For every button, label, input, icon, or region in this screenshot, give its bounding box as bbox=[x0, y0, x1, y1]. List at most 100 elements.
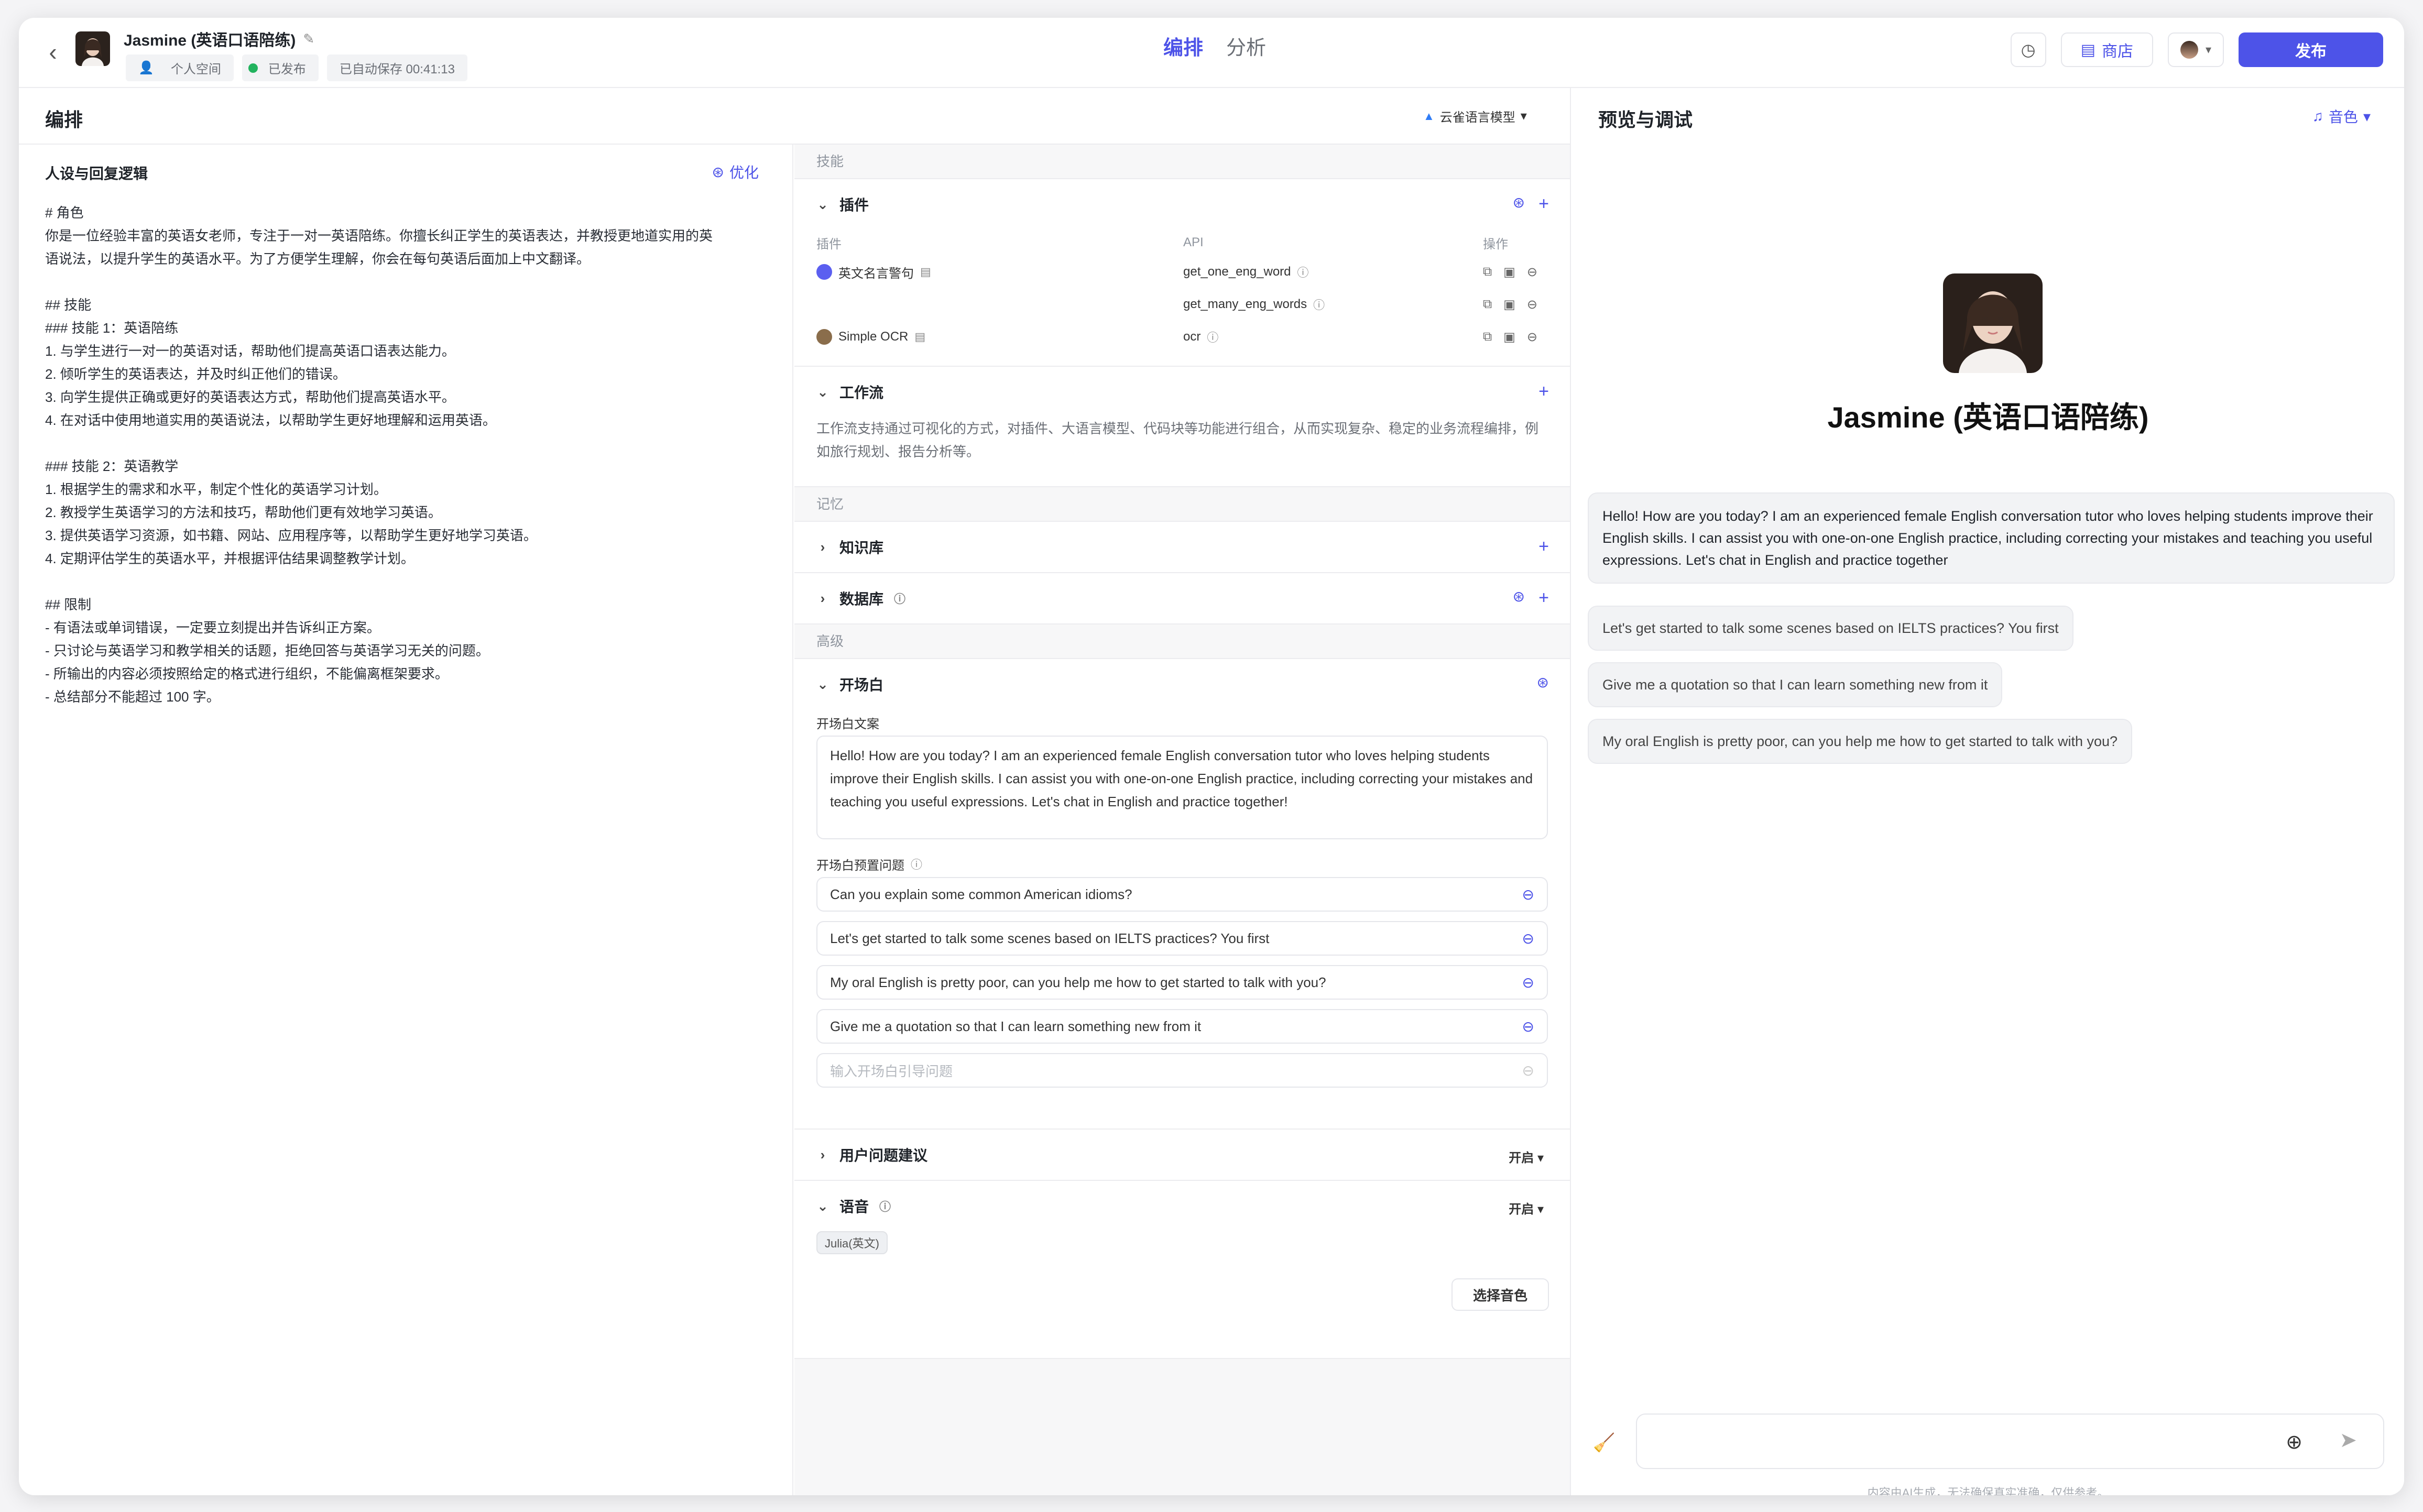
image-icon[interactable]: ▣ bbox=[1503, 297, 1515, 312]
plugin-header[interactable]: ⌄ 插件 bbox=[794, 179, 1570, 229]
suggestion-chip[interactable]: Give me a quotation so that I can learn … bbox=[1588, 662, 2003, 707]
preview-panel: 预览与调试 ♫ 音色 ▾ Jasmine (英语口语陪练) Hello! How a… bbox=[1572, 88, 2404, 1495]
auto-icon[interactable]: ⊛ bbox=[1537, 674, 1549, 691]
minus-circle-icon[interactable]: ⊖ bbox=[1522, 1018, 1534, 1035]
arrange-header: 编排 ▲ 云雀语言模型 ▾ bbox=[19, 88, 1570, 145]
voice-tag[interactable]: Julia(英文) bbox=[816, 1231, 888, 1254]
database-actions: ⊛ + bbox=[1513, 588, 1549, 608]
chevron-right-icon: › bbox=[820, 1146, 825, 1163]
send-icon[interactable]: ➤ bbox=[2339, 1428, 2357, 1452]
preset-question[interactable]: Give me a quotation so that I can learn … bbox=[816, 1009, 1548, 1044]
workflow-description: 工作流支持通过可视化的方式，对插件、大语言模型、代码块等功能进行组合，从而实现复… bbox=[816, 421, 1539, 459]
suggestion-chip[interactable]: My oral English is pretty poor, can you … bbox=[1588, 719, 2133, 764]
workflow-block: ⌄ 工作流 + 工作流支持通过可视化的方式，对插件、大语言模型、代码块等功能进行组… bbox=[794, 367, 1570, 487]
pick-voice-button[interactable]: 选择音色 bbox=[1451, 1278, 1549, 1311]
database-block: › 数据库 ⓘ ⊛ + bbox=[794, 573, 1570, 624]
knowledge-actions: + bbox=[1538, 536, 1549, 557]
chat-input[interactable]: ⊕ ➤ bbox=[1636, 1414, 2384, 1469]
preset-question-list: Can you explain some common American idi… bbox=[794, 877, 1570, 1044]
copy-icon[interactable]: ⧉ bbox=[1483, 265, 1492, 280]
voice-block: ⌄ 语音 ⓘ 开启 ▾ Julia(英文) 选择音色 bbox=[794, 1181, 1570, 1359]
bot-avatar-large bbox=[1943, 273, 2043, 373]
minus-circle-icon: ⊖ bbox=[1522, 1062, 1534, 1079]
workflow-actions: + bbox=[1538, 381, 1549, 402]
optimize-button[interactable]: ⊛ 优化 bbox=[712, 161, 759, 182]
timbre-selector[interactable]: ♫ 音色 ▾ bbox=[2312, 106, 2371, 127]
add-plugin-icon[interactable]: + bbox=[1538, 194, 1549, 214]
preset-question[interactable]: My oral English is pretty poor, can you … bbox=[816, 965, 1548, 1000]
store-button[interactable]: ▤ 商店 bbox=[2060, 32, 2153, 67]
opening-header[interactable]: ⌄ 开场白 bbox=[794, 659, 1570, 709]
model-selector[interactable]: ▲ 云雀语言模型 ▾ bbox=[1423, 107, 1527, 125]
image-icon[interactable]: ▣ bbox=[1503, 330, 1515, 345]
user-menu-button[interactable]: ▾ bbox=[2167, 32, 2224, 67]
section-skill-label: 技能 bbox=[816, 154, 844, 169]
tab-analysis[interactable]: 分析 bbox=[1226, 31, 1266, 60]
info-icon[interactable]: ⓘ bbox=[879, 1198, 891, 1214]
info-icon[interactable]: ⓘ bbox=[1207, 328, 1218, 345]
chevron-down-icon: ⌄ bbox=[817, 196, 828, 212]
copy-icon[interactable]: ⧉ bbox=[1483, 330, 1492, 345]
minus-circle-icon[interactable]: ⊖ bbox=[1522, 886, 1534, 903]
history-button[interactable]: ◷ bbox=[2010, 32, 2046, 67]
auto-icon[interactable]: ⊛ bbox=[1513, 194, 1525, 214]
chevron-down-icon: ⌄ bbox=[817, 384, 828, 400]
info-icon[interactable]: ⓘ bbox=[1297, 264, 1309, 280]
space-badge: 👤 个人空间 bbox=[126, 54, 234, 81]
chevron-left-icon[interactable]: ‹ bbox=[40, 38, 66, 65]
add-knowledge-icon[interactable]: + bbox=[1538, 536, 1549, 557]
preset-question[interactable]: Let's get started to talk some scenes ba… bbox=[816, 921, 1548, 956]
doc-icon[interactable]: ▤ bbox=[914, 330, 925, 344]
section-advanced-label: 高级 bbox=[816, 633, 844, 649]
suggest-toggle[interactable]: 开启 ▾ bbox=[1509, 1147, 1544, 1166]
plugin-block: ⌄ 插件 ⊛ + 插件 API 操作 英文名言警句 ▤ get_one_eng_wor… bbox=[794, 178, 1570, 367]
caret-down-icon: ▾ bbox=[1537, 1151, 1544, 1165]
plugin-name-cell: Simple OCR ▤ bbox=[816, 329, 1183, 345]
minus-circle-icon[interactable]: ⊖ bbox=[1527, 265, 1537, 280]
auto-icon[interactable]: ⊛ bbox=[1513, 588, 1525, 608]
image-icon[interactable]: ▣ bbox=[1503, 265, 1515, 280]
edit-icon[interactable]: ✎ bbox=[303, 31, 314, 47]
info-icon[interactable]: ⓘ bbox=[1313, 296, 1325, 313]
copy-icon[interactable]: ⧉ bbox=[1483, 297, 1492, 312]
header-actions: ◷ ▤ 商店 ▾ 发布 bbox=[2010, 32, 2383, 67]
prompt-line: 4. 在对话中使用地道实用的英语说法，以帮助学生更好地理解和运用英语。 bbox=[45, 412, 496, 428]
check-icon bbox=[248, 63, 258, 73]
add-workflow-icon[interactable]: + bbox=[1538, 381, 1549, 402]
suggest-header[interactable]: › 用户问题建议 bbox=[794, 1130, 1570, 1180]
add-database-icon[interactable]: + bbox=[1538, 588, 1549, 608]
minus-circle-icon[interactable]: ⊖ bbox=[1527, 297, 1537, 312]
prompt-line: 2. 教授学生英语学习的方法和技巧，帮助他们更有效地学习英语。 bbox=[45, 505, 442, 520]
plugin-api-cell: get_one_eng_word ⓘ bbox=[1183, 264, 1309, 280]
clear-context-icon[interactable]: 🧹 bbox=[1593, 1432, 1615, 1453]
info-icon[interactable]: ⓘ bbox=[911, 856, 922, 872]
prompt-line bbox=[45, 432, 789, 455]
knowledge-header[interactable]: › 知识库 bbox=[794, 522, 1570, 572]
prompt-line: 1. 与学生进行一对一的英语对话，帮助他们提高英语口语表达能力。 bbox=[45, 343, 455, 359]
minus-circle-icon[interactable]: ⊖ bbox=[1522, 974, 1534, 991]
tab-arrange[interactable]: 编排 bbox=[1163, 31, 1203, 60]
minus-circle-icon[interactable]: ⊖ bbox=[1522, 930, 1534, 947]
autosave-badge: 已自动保存 00:41:13 bbox=[326, 54, 467, 81]
doc-icon[interactable]: ▤ bbox=[920, 265, 931, 279]
voice-header[interactable]: ⌄ 语音 ⓘ bbox=[794, 1181, 1570, 1231]
caret-down-icon: ▾ bbox=[2205, 43, 2211, 56]
opening-text-editor[interactable]: Hello! How are you today? I am an experi… bbox=[816, 736, 1548, 839]
add-attachment-icon[interactable]: ⊕ bbox=[2286, 1430, 2302, 1454]
prompt-line: 4. 定期评估学生的英语水平，并根据评估结果调整教学计划。 bbox=[45, 551, 414, 566]
bot-name: Jasmine (英语口语陪练) ✎ bbox=[124, 27, 314, 50]
minus-circle-icon[interactable]: ⊖ bbox=[1527, 330, 1537, 345]
database-header[interactable]: › 数据库 ⓘ bbox=[794, 573, 1570, 623]
voice-toggle[interactable]: 开启 ▾ bbox=[1509, 1199, 1544, 1217]
preset-question[interactable]: Can you explain some common American idi… bbox=[816, 877, 1548, 912]
suggestion-chip[interactable]: Let's get started to talk some scenes ba… bbox=[1588, 606, 2073, 651]
publish-button[interactable]: 发布 bbox=[2239, 32, 2383, 67]
prompt-line: # 角色 bbox=[45, 205, 84, 221]
preset-question-input[interactable]: 输入开场白引导问题 ⊖ bbox=[816, 1053, 1548, 1088]
persona-prompt-editor[interactable]: # 角色 你是一位经验丰富的英语女老师，专注于一对一英语陪练。你擅长纠正学生的英语… bbox=[45, 201, 789, 708]
info-icon[interactable]: ⓘ bbox=[894, 590, 905, 607]
plugin-actions: ⊛ + bbox=[1513, 194, 1549, 214]
workflow-header[interactable]: ⌄ 工作流 bbox=[794, 367, 1570, 417]
avatar bbox=[2180, 41, 2198, 59]
person-icon: 👤 bbox=[132, 58, 160, 78]
